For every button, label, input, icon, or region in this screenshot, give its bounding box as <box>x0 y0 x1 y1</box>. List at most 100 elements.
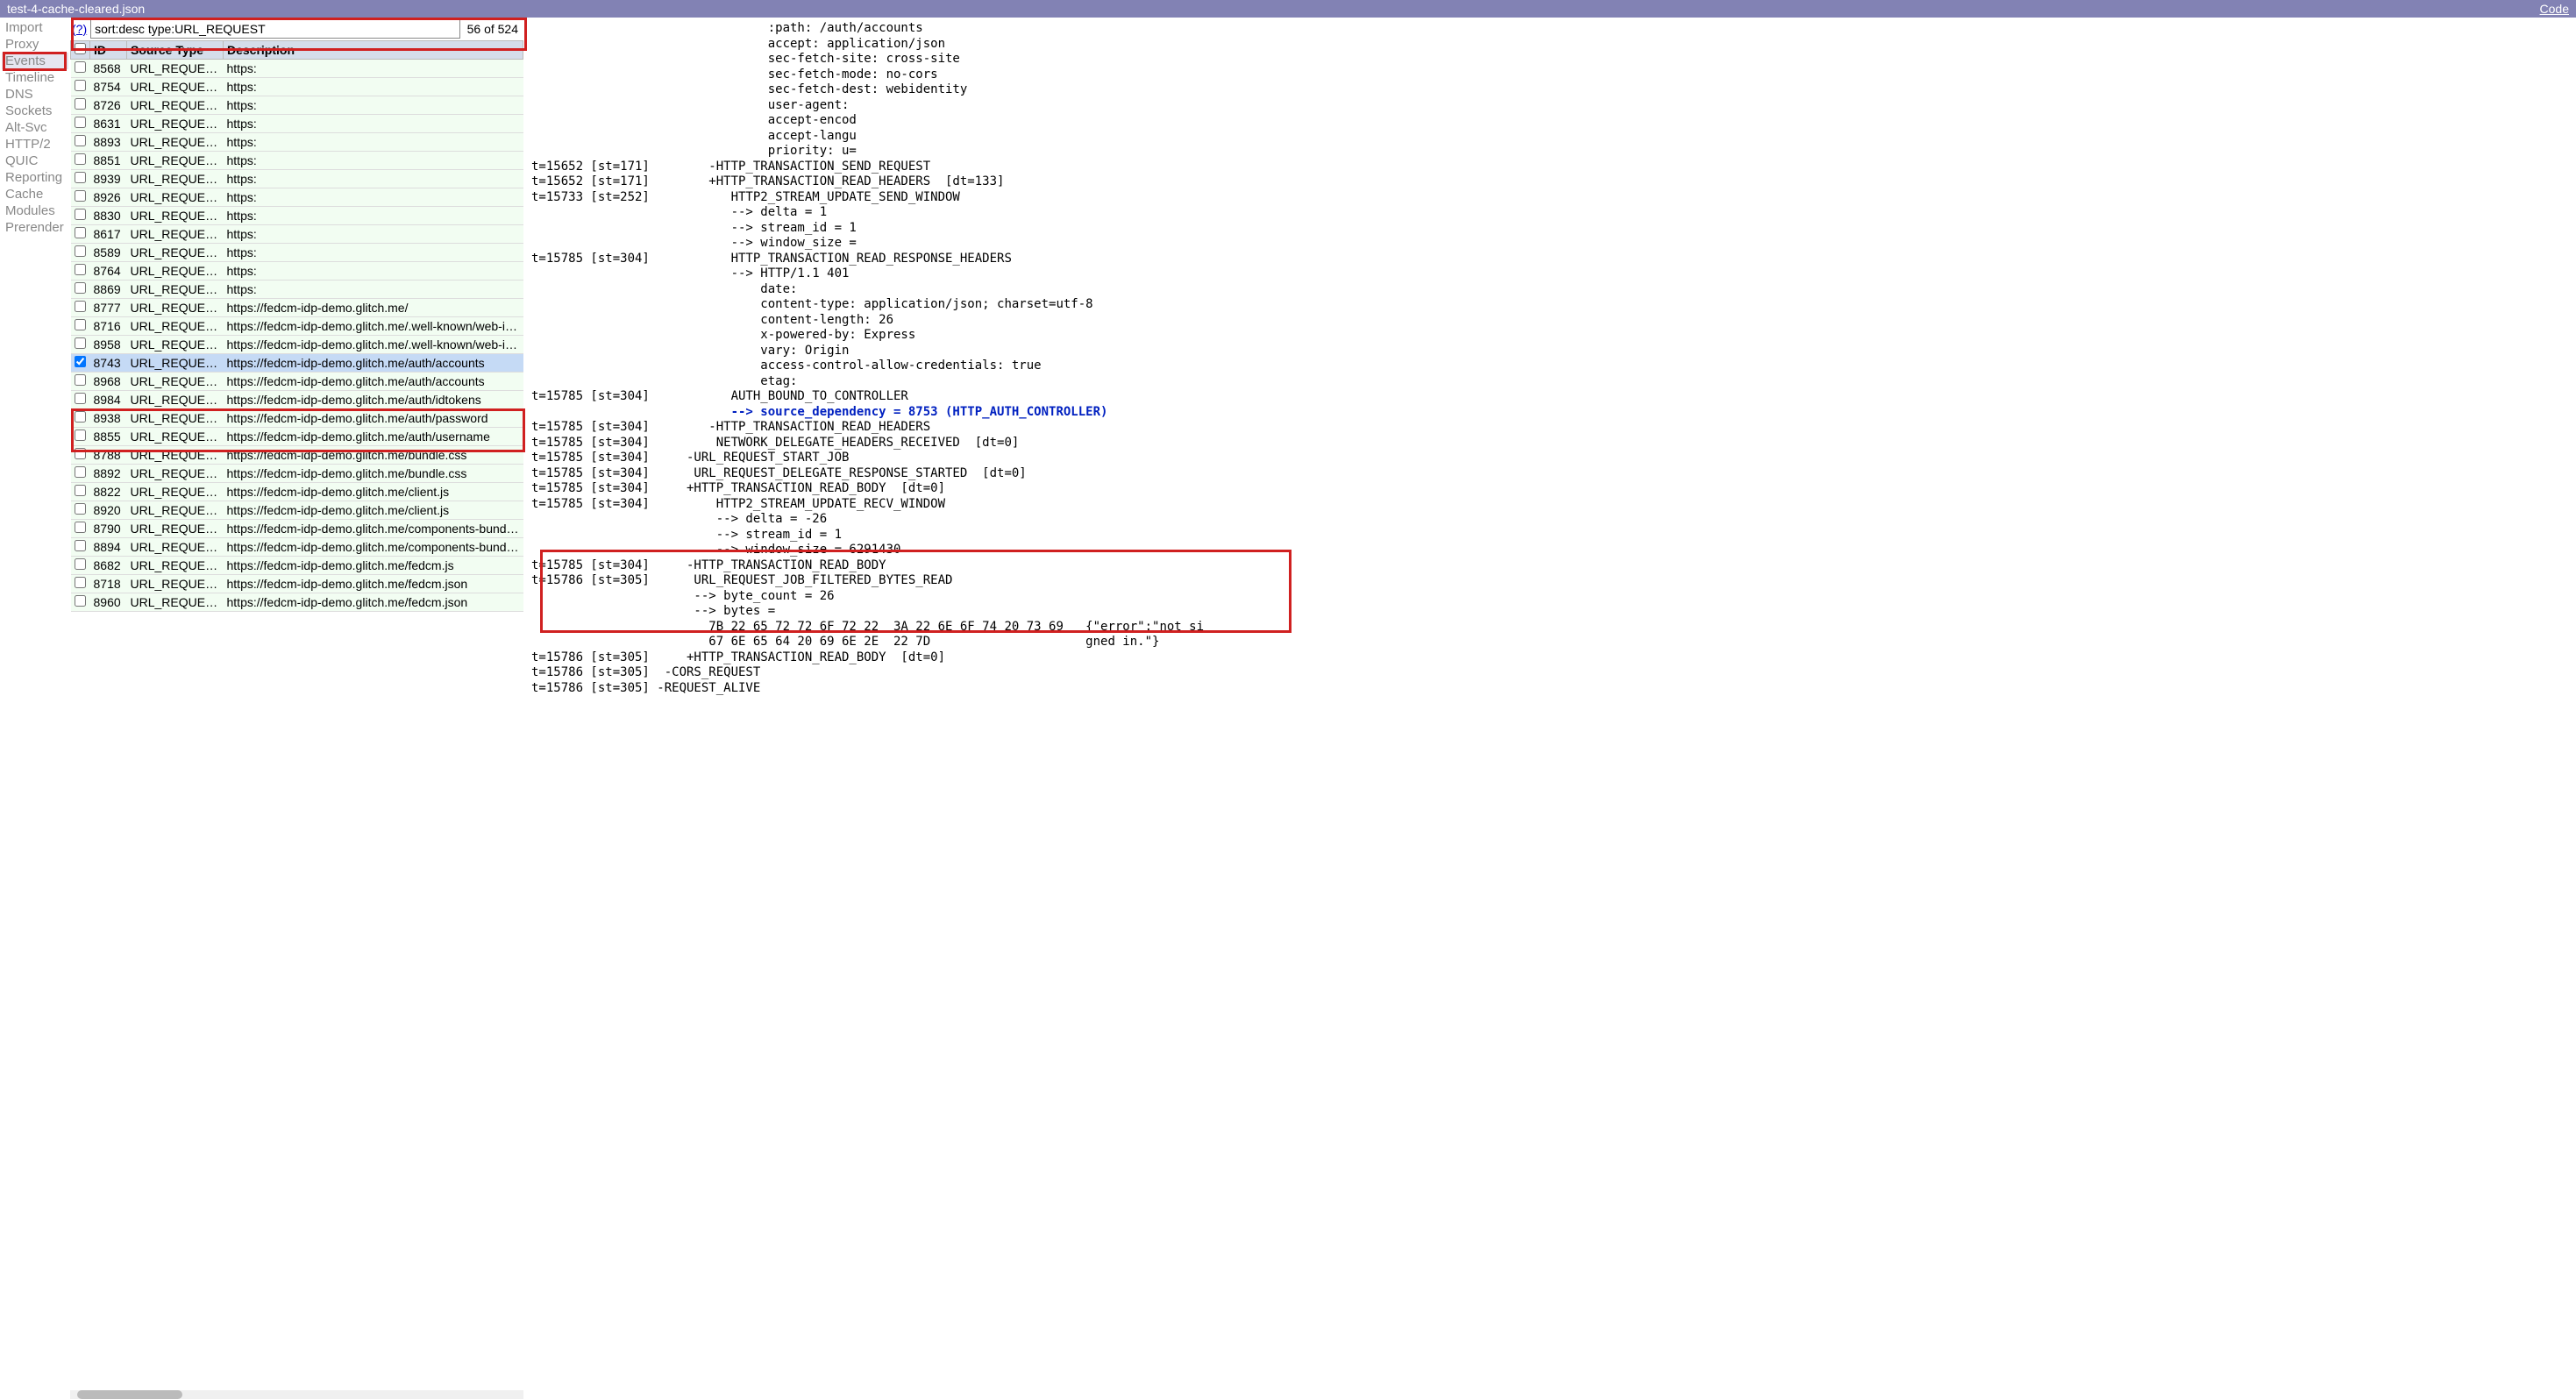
table-row[interactable]: 8958URL_REQUESThttps://fedcm-idp-demo.gl… <box>71 336 523 354</box>
table-row[interactable]: 8617URL_REQUESThttps: <box>71 225 523 244</box>
log-line: :path: /auth/accounts <box>531 21 2569 37</box>
sidebar-item-import[interactable]: Import <box>2 19 68 36</box>
cell-id: 8830 <box>90 207 127 225</box>
table-row[interactable]: 8960URL_REQUESThttps://fedcm-idp-demo.gl… <box>71 593 523 612</box>
table-row[interactable]: 8894URL_REQUESThttps://fedcm-idp-demo.gl… <box>71 538 523 557</box>
cell-type: URL_REQUEST <box>127 133 224 152</box>
row-checkbox[interactable] <box>75 503 86 515</box>
log-line: --> byte_count = 26 <box>531 589 2569 605</box>
row-checkbox[interactable] <box>75 337 86 349</box>
table-row[interactable]: 8939URL_REQUESThttps: <box>71 170 523 188</box>
row-checkbox[interactable] <box>75 80 86 91</box>
table-row[interactable]: 8631URL_REQUESThttps: <box>71 115 523 133</box>
row-checkbox[interactable] <box>75 98 86 110</box>
table-row[interactable]: 8855URL_REQUESThttps://fedcm-idp-demo.gl… <box>71 428 523 446</box>
log-pane[interactable]: :path: /auth/accounts accept: applicatio… <box>524 18 2576 1399</box>
sidebar-item-timeline[interactable]: Timeline <box>2 69 68 86</box>
log-line: --> window_size = <box>531 236 2569 252</box>
row-checkbox[interactable] <box>75 558 86 570</box>
table-row[interactable]: 8893URL_REQUESThttps: <box>71 133 523 152</box>
row-checkbox[interactable] <box>75 448 86 459</box>
col-desc[interactable]: Description <box>224 41 523 60</box>
table-row[interactable]: 8830URL_REQUESThttps: <box>71 207 523 225</box>
table-row[interactable]: 8892URL_REQUESThttps://fedcm-idp-demo.gl… <box>71 465 523 483</box>
table-row[interactable]: 8822URL_REQUESThttps://fedcm-idp-demo.gl… <box>71 483 523 501</box>
row-checkbox[interactable] <box>75 227 86 238</box>
sidebar-item-sockets[interactable]: Sockets <box>2 103 68 119</box>
row-checkbox[interactable] <box>75 466 86 478</box>
filter-help-link[interactable]: (?) <box>72 22 87 36</box>
events-table-scroll[interactable]: ID Source Type Description 8568URL_REQUE… <box>70 40 523 1399</box>
log-line: --> delta = 1 <box>531 205 2569 221</box>
sidebar-item-dns[interactable]: DNS <box>2 86 68 103</box>
table-row[interactable]: 8754URL_REQUESThttps: <box>71 78 523 96</box>
sidebar-item-cache[interactable]: Cache <box>2 186 68 202</box>
filter-input[interactable] <box>90 19 459 39</box>
log-line: t=15733 [st=252] HTTP2_STREAM_UPDATE_SEN… <box>531 190 2569 206</box>
row-checkbox[interactable] <box>75 595 86 607</box>
row-checkbox[interactable] <box>75 374 86 386</box>
row-checkbox[interactable] <box>75 411 86 423</box>
table-row[interactable]: 8788URL_REQUESThttps://fedcm-idp-demo.gl… <box>71 446 523 465</box>
table-row[interactable]: 8851URL_REQUESThttps: <box>71 152 523 170</box>
sidebar-item-altsvc[interactable]: Alt-Svc <box>2 119 68 136</box>
row-checkbox[interactable] <box>75 356 86 367</box>
table-row[interactable]: 8926URL_REQUESThttps: <box>71 188 523 207</box>
cell-check <box>71 188 90 207</box>
sidebar-item-proxy[interactable]: Proxy <box>2 36 68 53</box>
select-all-checkbox[interactable] <box>75 43 86 54</box>
sidebar-item-http2[interactable]: HTTP/2 <box>2 136 68 153</box>
row-checkbox[interactable] <box>75 117 86 128</box>
col-check[interactable] <box>71 41 90 60</box>
log-line: --> bytes = <box>531 604 2569 620</box>
table-row[interactable]: 8743URL_REQUESThttps://fedcm-idp-demo.gl… <box>71 354 523 373</box>
sidebar-item-reporting[interactable]: Reporting <box>2 169 68 186</box>
table-row[interactable]: 8777URL_REQUESThttps://fedcm-idp-demo.gl… <box>71 299 523 317</box>
row-checkbox[interactable] <box>75 61 86 73</box>
table-row[interactable]: 8568URL_REQUESThttps: <box>71 60 523 78</box>
row-checkbox[interactable] <box>75 522 86 533</box>
table-row[interactable]: 8984URL_REQUESThttps://fedcm-idp-demo.gl… <box>71 391 523 409</box>
sidebar-item-events[interactable]: Events <box>2 53 68 69</box>
row-checkbox[interactable] <box>75 264 86 275</box>
table-row[interactable]: 8726URL_REQUESThttps: <box>71 96 523 115</box>
horizontal-scrollbar[interactable] <box>70 1390 523 1399</box>
row-checkbox[interactable] <box>75 540 86 551</box>
sidebar-item-prerender[interactable]: Prerender <box>2 219 68 236</box>
row-checkbox[interactable] <box>75 190 86 202</box>
col-type[interactable]: Source Type <box>127 41 224 60</box>
table-row[interactable]: 8790URL_REQUESThttps://fedcm-idp-demo.gl… <box>71 520 523 538</box>
row-checkbox[interactable] <box>75 301 86 312</box>
table-row[interactable]: 8869URL_REQUESThttps: <box>71 281 523 299</box>
row-checkbox[interactable] <box>75 172 86 183</box>
code-link[interactable]: Code <box>2540 2 2569 16</box>
col-id[interactable]: ID <box>90 41 127 60</box>
cell-check <box>71 262 90 281</box>
sidebar-item-modules[interactable]: Modules <box>2 202 68 219</box>
table-row[interactable]: 8589URL_REQUESThttps: <box>71 244 523 262</box>
table-row[interactable]: 8716URL_REQUESThttps://fedcm-idp-demo.gl… <box>71 317 523 336</box>
row-checkbox[interactable] <box>75 577 86 588</box>
table-row[interactable]: 8920URL_REQUESThttps://fedcm-idp-demo.gl… <box>71 501 523 520</box>
cell-desc: https://fedcm-idp-demo.glitch.me/fedcm.j… <box>224 557 523 575</box>
row-checkbox[interactable] <box>75 135 86 146</box>
row-checkbox[interactable] <box>75 485 86 496</box>
row-checkbox[interactable] <box>75 319 86 330</box>
row-checkbox[interactable] <box>75 153 86 165</box>
log-line: accept-langu <box>531 129 2569 145</box>
row-checkbox[interactable] <box>75 430 86 441</box>
table-row[interactable]: 8968URL_REQUESThttps://fedcm-idp-demo.gl… <box>71 373 523 391</box>
cell-check <box>71 170 90 188</box>
row-checkbox[interactable] <box>75 209 86 220</box>
table-row[interactable]: 8938URL_REQUESThttps://fedcm-idp-demo.gl… <box>71 409 523 428</box>
cell-id: 8777 <box>90 299 127 317</box>
sidebar-item-quic[interactable]: QUIC <box>2 153 68 169</box>
table-row[interactable]: 8718URL_REQUESThttps://fedcm-idp-demo.gl… <box>71 575 523 593</box>
table-row[interactable]: 8682URL_REQUESThttps://fedcm-idp-demo.gl… <box>71 557 523 575</box>
cell-check <box>71 60 90 78</box>
row-checkbox[interactable] <box>75 282 86 294</box>
row-checkbox[interactable] <box>75 245 86 257</box>
row-checkbox[interactable] <box>75 393 86 404</box>
cell-check <box>71 593 90 612</box>
table-row[interactable]: 8764URL_REQUESThttps: <box>71 262 523 281</box>
